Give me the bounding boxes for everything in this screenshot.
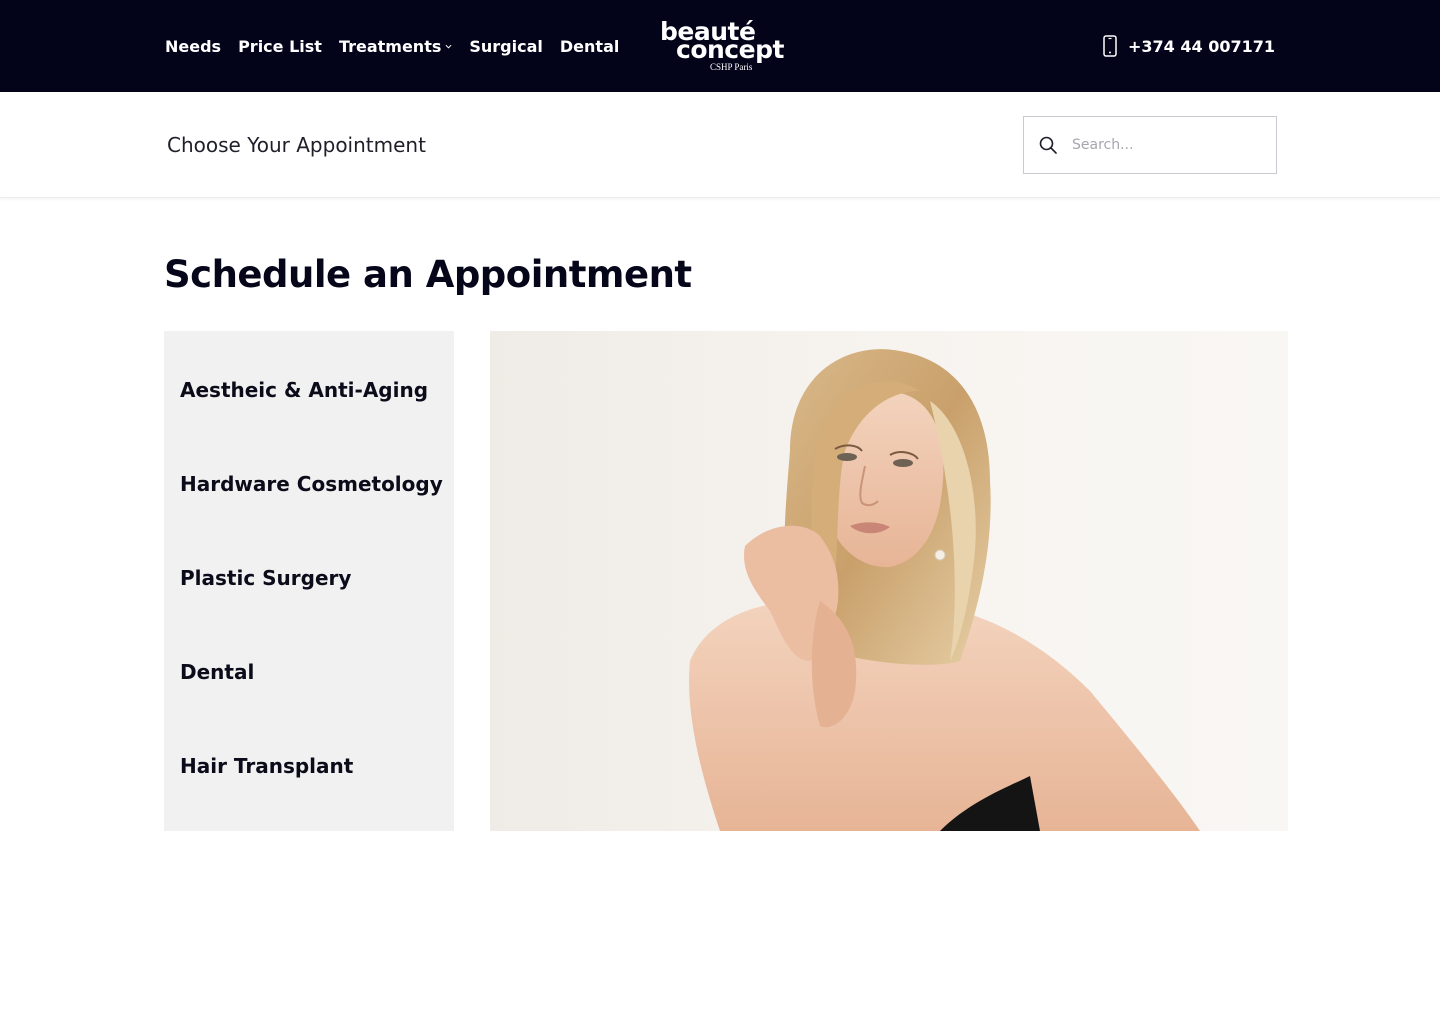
phone-link[interactable]: +374 44 007171 (1102, 0, 1275, 92)
mobile-phone-icon (1103, 35, 1117, 57)
hero-image (490, 331, 1288, 831)
nav-item-label: Treatments (338, 36, 442, 56)
search-box (1023, 116, 1277, 174)
brand-line-2: concept (676, 35, 784, 64)
nav-item-treatments[interactable]: Treatments (339, 37, 452, 56)
woman-portrait-illustration (490, 331, 1288, 831)
top-nav-bar: Needs Price List Treatments Surgical Den… (0, 0, 1440, 92)
nav-item-surgical[interactable]: Surgical (469, 37, 543, 56)
phone-number: +374 44 007171 (1127, 36, 1275, 56)
subheader-title: Choose Your Appointment (167, 133, 426, 157)
nav-item-label: Surgical (469, 36, 543, 56)
category-hardware-cosmetology[interactable]: Hardware Cosmetology (180, 471, 443, 497)
appointment-subheader: Choose Your Appointment (0, 92, 1440, 198)
nav-item-dental[interactable]: Dental (560, 37, 619, 56)
category-plastic-surgery[interactable]: Plastic Surgery (180, 565, 351, 591)
search-icon (1039, 136, 1057, 154)
page-title: Schedule an Appointment (164, 253, 692, 296)
nav-item-price-list[interactable]: Price List (238, 37, 322, 56)
category-aesthetic-anti-aging[interactable]: Aestheic & Anti-Aging (180, 377, 428, 403)
category-hair-transplant[interactable]: Hair Transplant (180, 753, 353, 779)
chevron-down-icon (445, 44, 452, 49)
main-nav: Needs Price List Treatments Surgical Den… (165, 0, 636, 92)
nav-item-needs[interactable]: Needs (165, 37, 221, 56)
nav-item-label: Dental (559, 36, 620, 56)
nav-item-label: Needs (165, 36, 222, 56)
search-input[interactable] (1072, 137, 1252, 153)
category-dental[interactable]: Dental (180, 659, 254, 685)
brand-logo[interactable]: beauté concept CSHP Paris (658, 18, 784, 74)
brand-line-3: CSHP Paris (710, 62, 753, 72)
nav-item-label: Price List (238, 36, 322, 56)
category-list: Aestheic & Anti-Aging Hardware Cosmetolo… (164, 331, 454, 831)
